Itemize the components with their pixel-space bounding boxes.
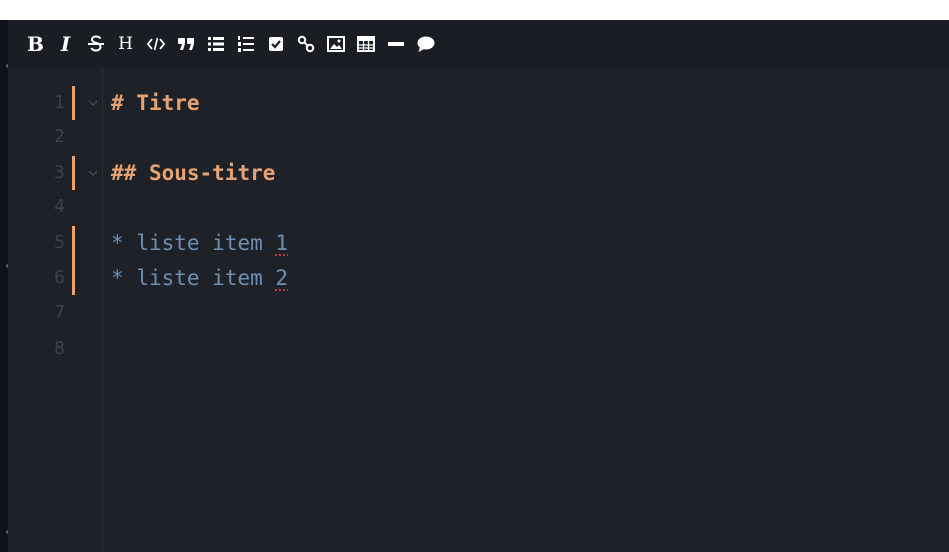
list-item-number: 1 (275, 231, 289, 255)
line-number-gutter: 1 2 3 4 5 6 7 8 (8, 68, 103, 552)
table-button[interactable] (351, 29, 380, 59)
image-button[interactable] (321, 29, 350, 59)
editor-window: B I H 1 2 3 4 5 6 7 8 # Titre ## Sous-ti… (0, 0, 949, 552)
line-number: 3 (54, 162, 65, 183)
code-line: * liste item 1 (111, 226, 288, 260)
heading-marker: ## (111, 161, 137, 185)
horizontal-rule-icon (387, 42, 404, 46)
list-marker: * (111, 266, 124, 290)
image-icon (326, 36, 345, 52)
quote-icon (177, 38, 194, 50)
code-icon (146, 37, 165, 51)
list-item-text: liste item (136, 266, 263, 290)
bold-icon: B (27, 32, 44, 56)
strikethrough-button[interactable] (81, 29, 110, 59)
bullet-list-button[interactable] (201, 29, 230, 59)
line-number: 2 (54, 126, 65, 147)
numbered-list-button[interactable] (231, 29, 260, 59)
code-button[interactable] (141, 29, 170, 59)
change-marker (72, 156, 75, 190)
horizontal-rule-button[interactable] (381, 29, 410, 59)
editor-text-area[interactable]: # Titre ## Sous-titre * liste item 1 * l… (111, 68, 949, 552)
numbered-list-icon (237, 36, 254, 52)
change-marker (72, 86, 75, 120)
code-line: * liste item 2 (111, 261, 288, 295)
fold-chevron-icon[interactable] (86, 86, 100, 120)
code-line: # Titre (111, 86, 200, 120)
link-icon (297, 35, 314, 53)
line-number: 4 (54, 196, 65, 217)
comment-icon (417, 36, 434, 52)
quote-button[interactable] (171, 29, 200, 59)
list-marker: * (111, 231, 124, 255)
bullet-list-icon (207, 37, 224, 51)
editor-toolbar: B I H (8, 20, 949, 68)
line-number: 6 (54, 267, 65, 288)
list-item-text: liste item (136, 231, 263, 255)
table-icon (356, 36, 375, 52)
fold-chevron-icon[interactable] (86, 156, 100, 190)
bold-button[interactable]: B (21, 29, 50, 59)
heading-text: Titre (136, 91, 200, 115)
checkbox-icon (268, 37, 283, 51)
task-list-button[interactable] (261, 29, 290, 59)
code-line: ## Sous-titre (111, 156, 275, 190)
italic-icon: I (60, 32, 71, 56)
line-number: 1 (54, 92, 65, 113)
line-number: 7 (54, 302, 65, 323)
heading-button[interactable]: H (111, 29, 140, 59)
line-number: 5 (54, 232, 65, 253)
window-left-edge (0, 20, 10, 552)
heading-text: Sous-titre (148, 161, 276, 185)
strikethrough-icon (87, 35, 104, 52)
heading-marker: # (111, 91, 124, 115)
comment-button[interactable] (411, 29, 440, 59)
line-number: 8 (54, 338, 65, 359)
list-item-number: 2 (275, 266, 289, 290)
change-marker (72, 226, 75, 295)
markdown-editor: B I H 1 2 3 4 5 6 7 8 # Titre ## Sous-ti… (8, 20, 949, 552)
heading-icon: H (118, 33, 133, 54)
link-button[interactable] (291, 29, 320, 59)
italic-button[interactable]: I (51, 29, 80, 59)
